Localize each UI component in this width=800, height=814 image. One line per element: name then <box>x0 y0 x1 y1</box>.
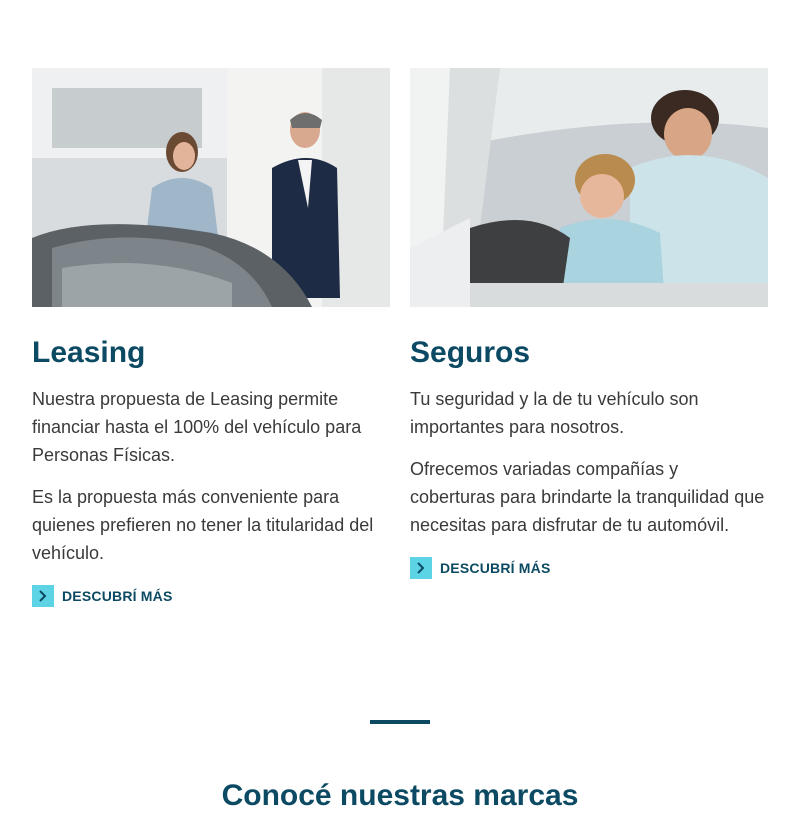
leasing-paragraph-1: Nuestra propuesta de Leasing permite fin… <box>32 389 362 465</box>
section-divider <box>370 720 430 724</box>
chevron-right-icon <box>410 557 432 579</box>
chevron-right-icon <box>32 585 54 607</box>
seguros-card: Seguros Tu seguridad y la de tu vehículo… <box>410 68 768 607</box>
leasing-discover-more-link[interactable]: DESCUBRÍ MÁS <box>32 585 173 607</box>
seguros-photo <box>410 68 768 307</box>
seguros-paragraph-2: Ofrecemos variadas compañías y cobertura… <box>410 459 765 535</box>
leasing-cta-label: DESCUBRÍ MÁS <box>62 588 173 604</box>
leasing-photo <box>32 68 390 307</box>
brands-section-title: Conocé nuestras marcas <box>221 779 579 812</box>
seguros-discover-more-link[interactable]: DESCUBRÍ MÁS <box>410 557 551 579</box>
leasing-card: Leasing Nuestra propuesta de Leasing per… <box>32 68 390 607</box>
leasing-photo-illustration <box>32 68 390 307</box>
seguros-title: Seguros <box>410 336 531 369</box>
leasing-title: Leasing <box>32 336 146 369</box>
seguros-photo-illustration <box>410 68 768 307</box>
services-cards: Leasing Nuestra propuesta de Leasing per… <box>32 68 768 607</box>
seguros-paragraph-1: Tu seguridad y la de tu vehículo son imp… <box>410 389 699 437</box>
seguros-cta-label: DESCUBRÍ MÁS <box>440 560 551 576</box>
leasing-paragraph-2: Es la propuesta más conveniente para qui… <box>32 487 374 563</box>
